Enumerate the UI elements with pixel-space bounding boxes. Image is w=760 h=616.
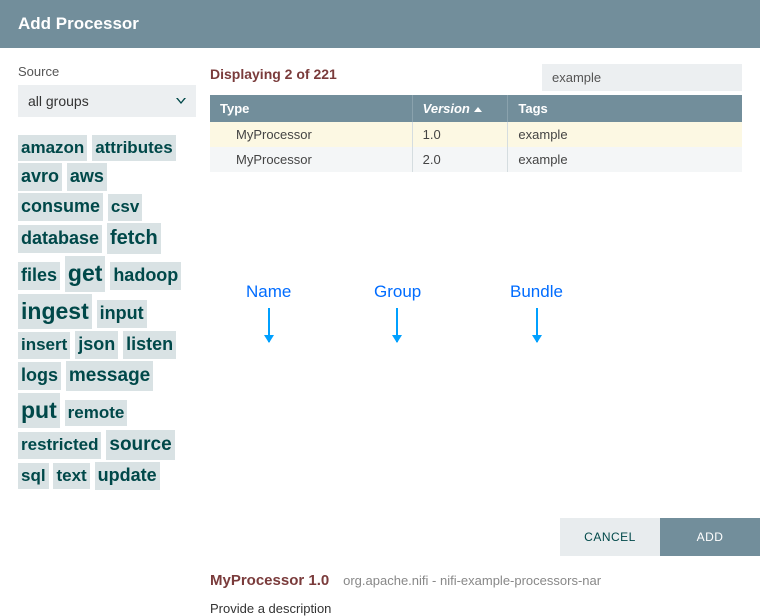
- arrow-down-icon: [268, 308, 270, 342]
- sort-asc-icon: [474, 107, 482, 112]
- cell-tags: example: [508, 122, 742, 147]
- tag-message[interactable]: message: [66, 361, 153, 390]
- tag-ingest[interactable]: ingest: [18, 294, 92, 330]
- source-dropdown[interactable]: all groups: [18, 85, 196, 117]
- left-panel: Source all groups amazon attributes avro…: [18, 64, 196, 616]
- col-type[interactable]: Type: [210, 95, 412, 122]
- source-selected: all groups: [28, 93, 89, 109]
- tag-database[interactable]: database: [18, 225, 102, 253]
- source-label: Source: [18, 64, 196, 79]
- tag-logs[interactable]: logs: [18, 362, 61, 390]
- tag-remote[interactable]: remote: [65, 400, 128, 426]
- tag-avro[interactable]: avro: [18, 163, 62, 191]
- tag-source[interactable]: source: [106, 430, 174, 459]
- arrow-down-icon: [396, 308, 398, 342]
- cell-version: 2.0: [412, 147, 508, 172]
- tag-fetch[interactable]: fetch: [107, 223, 161, 254]
- cell-version: 1.0: [412, 122, 508, 147]
- anno-name-label: Name: [246, 282, 291, 302]
- col-tags[interactable]: Tags: [508, 95, 742, 122]
- tag-sql[interactable]: sql: [18, 463, 49, 489]
- display-count: Displaying 2 of 221: [210, 64, 337, 82]
- tag-files[interactable]: files: [18, 262, 60, 290]
- arrow-down-icon: [536, 308, 538, 342]
- detail-name: MyProcessor 1.0: [210, 572, 329, 589]
- tag-csv[interactable]: csv: [108, 194, 142, 220]
- col-version[interactable]: Version: [412, 95, 508, 122]
- annotation-overlay: Name Group Bundle: [210, 282, 742, 372]
- tag-amazon[interactable]: amazon: [18, 135, 87, 161]
- detail-line: MyProcessor 1.0 org.apache.nifi - nifi-e…: [210, 572, 742, 589]
- tag-hadoop[interactable]: hadoop: [110, 262, 181, 290]
- table-row[interactable]: MyProcessor1.0example: [210, 122, 742, 147]
- tag-cloud: amazon attributes avro aws consume csv d…: [18, 135, 196, 492]
- anno-bundle-label: Bundle: [510, 282, 563, 302]
- detail-bundle: org.apache.nifi - nifi-example-processor…: [343, 573, 601, 588]
- tag-restricted[interactable]: restricted: [18, 432, 101, 458]
- tag-update[interactable]: update: [95, 462, 160, 490]
- add-button[interactable]: ADD: [660, 518, 760, 556]
- tag-text[interactable]: text: [53, 463, 89, 489]
- cancel-button[interactable]: CANCEL: [560, 518, 660, 556]
- processor-table: Type Version Tags MyProcessor1.0exampleM…: [210, 95, 742, 172]
- tag-get[interactable]: get: [65, 256, 106, 292]
- dialog-header: Add Processor: [0, 0, 760, 48]
- tag-insert[interactable]: insert: [18, 332, 70, 358]
- dialog-footer: CANCEL ADD: [560, 518, 760, 556]
- tag-put[interactable]: put: [18, 393, 60, 429]
- tag-attributes[interactable]: attributes: [92, 135, 175, 161]
- cell-type: MyProcessor: [210, 122, 412, 147]
- table-row[interactable]: MyProcessor2.0example: [210, 147, 742, 172]
- anno-group-label: Group: [374, 282, 421, 302]
- tag-json[interactable]: json: [75, 331, 118, 359]
- dialog-title: Add Processor: [18, 14, 139, 33]
- table-header-row: Type Version Tags: [210, 95, 742, 122]
- detail-description: Provide a description: [210, 601, 742, 616]
- cell-type: MyProcessor: [210, 147, 412, 172]
- filter-input[interactable]: example: [542, 64, 742, 91]
- tag-listen[interactable]: listen: [123, 331, 176, 359]
- tag-aws[interactable]: aws: [67, 163, 107, 191]
- chevron-down-icon: [176, 98, 186, 104]
- cell-tags: example: [508, 147, 742, 172]
- tag-consume[interactable]: consume: [18, 193, 103, 221]
- tag-input[interactable]: input: [97, 300, 147, 328]
